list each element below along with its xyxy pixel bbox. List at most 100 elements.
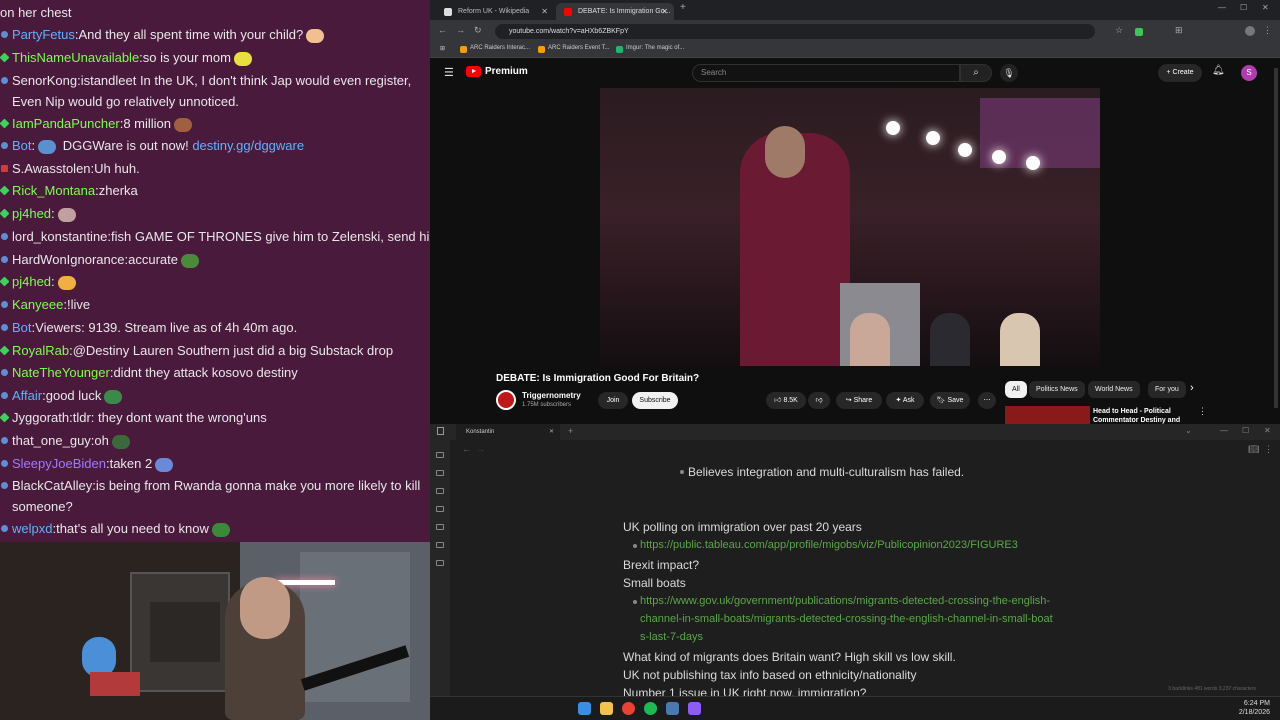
chat-username[interactable]: RoyalRab [12,343,69,358]
terminal-icon[interactable] [436,542,444,548]
chat-username[interactable]: Kanyeee [12,297,63,312]
chat-username[interactable]: that_one_guy [12,433,91,448]
spotify-icon[interactable] [644,702,657,715]
chat-username[interactable]: welpxd [12,521,52,536]
chat-username[interactable]: IamPandaPuncher [12,116,120,131]
chrome-icon[interactable] [622,702,635,715]
minimize-icon[interactable]: — [1218,3,1226,12]
back-arrow-icon[interactable]: ← [462,444,471,454]
save-button[interactable]: 🔖︎ Save [930,392,970,409]
chevron-down-icon[interactable]: ⌄ [1185,426,1192,435]
forward-icon[interactable]: → [456,25,465,35]
like-button[interactable]: 👍︎ 8.5K [766,392,806,409]
chevron-right-icon[interactable]: › [1190,382,1194,394]
sidebar-toggle-icon[interactable] [437,427,444,435]
list-icon[interactable] [436,560,444,566]
new-tab-icon[interactable]: + [568,426,573,436]
related-video-title[interactable]: Head to Head - Political Commentator Des… [1093,407,1193,424]
subscribe-button[interactable]: Subscribe [632,392,678,409]
note-link[interactable]: channel-in-small-boats/migrants-detected… [640,610,1053,628]
minimize-icon[interactable]: — [1220,426,1228,435]
steam-icon[interactable] [666,702,679,715]
tab-youtube[interactable]: DEBATE: Is Immigration Go... ✕ [556,3,674,20]
chip-world-news[interactable]: World News [1088,381,1140,398]
chat-username[interactable]: PartyFetus [12,27,75,42]
forward-arrow-icon[interactable]: → [476,444,485,454]
channel-name[interactable]: Triggernometry [522,391,581,400]
system-clock[interactable]: 6:24 PM 2/18/2026 [1239,699,1270,717]
chip-politics-news[interactable]: Politics News [1029,381,1085,398]
scrollbar[interactable] [1274,68,1278,408]
more-vert-icon[interactable]: ⋮ [1198,406,1207,417]
note-link[interactable]: s-last-7-days [640,628,703,646]
chat-username[interactable]: Rick_Montana [12,183,95,198]
extension-icon[interactable] [1135,28,1143,36]
search-input[interactable]: Search [692,64,960,82]
note-link[interactable]: https://www.gov.uk/government/publicatio… [640,592,1050,610]
tab-konstantin[interactable]: Konstantin ✕ [456,424,560,440]
note-link[interactable]: https://public.tableau.com/app/profile/m… [640,536,1018,554]
channel-avatar[interactable] [496,390,516,410]
voice-search-button[interactable]: 🎙︎ [1000,64,1018,82]
ask-button[interactable]: ✦ Ask [886,392,924,409]
chat-username[interactable]: HardWonIgnorance [12,252,125,267]
more-options-icon[interactable]: ⋮ [1264,444,1273,455]
menu-dots-icon[interactable]: ⋮ [1263,25,1272,36]
apps-icon[interactable]: ⊞ [440,45,445,52]
related-video-thumbnail[interactable] [1005,406,1090,424]
chat-username[interactable]: BlackCatAlley [12,478,92,493]
chat-username[interactable]: ThisNameUnavailable [12,50,139,65]
copy-icon[interactable] [436,524,444,530]
join-button[interactable]: Join [598,392,628,409]
chip-for-you[interactable]: For you [1148,381,1186,398]
chat-username[interactable]: Bot [12,138,32,153]
chat-username[interactable]: SleepyJoeBiden [12,456,106,471]
bookmark-arc-event[interactable]: ARC Raiders Event T... [538,45,610,53]
chat-username[interactable]: Jyggorath [12,410,69,425]
new-tab-button[interactable]: + [680,2,686,13]
more-actions-button[interactable]: ⋯ [978,392,996,409]
profile-icon[interactable] [1245,26,1255,36]
reload-icon[interactable]: ↻ [474,25,482,36]
share-button[interactable]: ↪ Share [836,392,882,409]
close-window-icon[interactable]: ✕ [1264,426,1271,435]
windows-start-icon[interactable] [578,702,591,715]
hamburger-menu-icon[interactable]: ☰ [444,66,454,79]
create-button[interactable]: + Create [1158,64,1202,82]
account-avatar[interactable]: S [1241,65,1257,81]
chat-username[interactable]: Affair [12,388,42,403]
chat-username[interactable]: Bot [12,320,32,335]
maximize-icon[interactable]: ☐ [1240,3,1247,12]
file-explorer-icon[interactable] [600,702,613,715]
bookmark-arc-interactive[interactable]: ARC Raiders Interac... [460,45,530,53]
tab-wikipedia[interactable]: Reform UK - Wikipedia ✕ [436,3,554,20]
close-icon[interactable]: ✕ [541,3,548,20]
search-icon[interactable] [436,470,444,476]
obsidian-icon[interactable] [688,702,701,715]
chat-link[interactable]: destiny.gg/dggware [189,138,304,153]
extensions-puzzle-icon[interactable]: ⊞ [1175,25,1183,36]
chat-username[interactable]: pj4hed [12,206,51,221]
back-icon[interactable]: ← [438,25,447,35]
bookmark-imgur[interactable]: Imgur: The magic of... [616,45,684,53]
url-field[interactable]: youtube.com/watch?v=aHXb6ZBKFpY [495,24,1095,39]
youtube-logo[interactable]: Premium [466,66,528,77]
video-player[interactable] [600,88,1100,366]
chat-username[interactable]: NateTheYounger [12,365,110,380]
close-icon[interactable]: ✕ [549,424,554,440]
stream-chat[interactable]: on her chest PartyFetus:And they all spen… [0,0,430,542]
files-icon[interactable] [436,452,444,458]
star-icon[interactable]: ☆ [1115,25,1123,36]
dislike-button[interactable]: 👎︎ [808,392,830,409]
notifications-bell-icon[interactable]: 🔔︎ [1212,65,1225,76]
chat-username[interactable]: lord_konstantine [12,229,107,244]
chip-all[interactable]: All [1005,381,1027,398]
graph-icon[interactable] [436,488,444,494]
close-icon[interactable]: ✕ [661,3,668,20]
search-button[interactable]: ⌕ [960,64,992,82]
close-window-icon[interactable]: ✕ [1262,3,1269,12]
chat-username[interactable]: SenorKong [12,73,77,88]
maximize-icon[interactable]: ☐ [1242,426,1249,435]
calendar-icon[interactable] [436,506,444,512]
chat-username[interactable]: S.Awasstolen [12,161,91,176]
